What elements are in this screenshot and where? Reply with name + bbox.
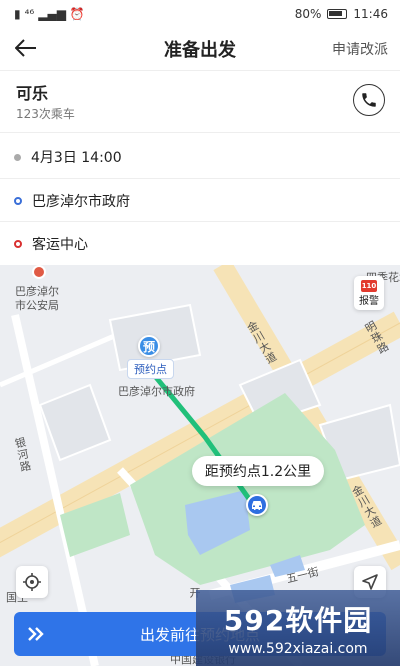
trip-time: 4月3日 14:00 — [31, 150, 122, 166]
map-label-police: 巴彦淖尔 市公安局 — [15, 285, 59, 312]
battery-percent: 80% — [294, 7, 322, 21]
alarm-label: 报警 — [359, 295, 379, 307]
status-bar: ▮ ⁴⁶ ▂▄▆ ⏰ 80% 11:46 — [0, 0, 400, 28]
locate-button[interactable] — [16, 566, 48, 598]
passenger-ride-count: 123次乘车 — [16, 107, 75, 121]
distance-bubble: 距预约点1.2公里 — [192, 456, 324, 486]
pickup-dot-icon — [14, 197, 22, 205]
trip-time-row: 4月3日 14:00 — [14, 147, 122, 167]
back-button[interactable] — [12, 34, 40, 62]
map-label-government: 巴彦淖尔市政府 — [118, 385, 195, 398]
crosshair-icon — [23, 573, 41, 591]
divider — [0, 221, 400, 222]
sim-icon: ▮ — [14, 7, 21, 21]
watermark-url: www.592xiazai.com — [228, 641, 368, 657]
signal-text: ⁴⁶ — [24, 7, 35, 21]
alarm-110-icon: 110 — [361, 279, 377, 292]
clock-dot-icon — [14, 153, 21, 161]
car-marker — [246, 494, 268, 516]
pickup-pin[interactable]: 预 — [138, 335, 160, 357]
signal-icon: ▂▄▆ — [38, 7, 66, 21]
reassign-button[interactable]: 申请改派 — [332, 39, 388, 59]
status-left: ▮ ⁴⁶ ▂▄▆ ⏰ — [14, 7, 85, 21]
divider — [0, 132, 400, 133]
divider — [0, 178, 400, 179]
car-icon — [252, 501, 262, 510]
alarm-button[interactable]: 110 报警 — [354, 276, 384, 310]
dropoff-address: 客运中心 — [32, 237, 88, 253]
passenger-name: 可乐 — [16, 84, 49, 103]
arrow-left-icon — [15, 39, 36, 57]
watermark-logo: 592软件园 — [223, 604, 373, 637]
divider — [0, 70, 400, 71]
police-station-icon — [32, 265, 46, 279]
pickup-row: 巴彦淖尔市政府 — [14, 191, 130, 211]
battery-icon — [327, 9, 348, 19]
dropoff-dot-icon — [14, 240, 22, 248]
clock: 11:46 — [353, 7, 388, 21]
pickup-address: 巴彦淖尔市政府 — [32, 194, 130, 210]
header: 准备出发 申请改派 — [0, 28, 400, 70]
double-chevron-right-icon — [14, 612, 58, 656]
alarm-clock-icon: ⏰ — [69, 7, 85, 21]
dropoff-row: 客运中心 — [14, 234, 88, 254]
watermark: 592软件园 www.592xiazai.com — [196, 590, 400, 666]
pickup-pin-label: 预约点 — [127, 359, 174, 379]
status-right: 80% 11:46 — [295, 7, 388, 21]
phone-icon — [362, 93, 376, 107]
navigation-arrow-icon — [362, 574, 378, 590]
call-button[interactable] — [353, 84, 385, 116]
